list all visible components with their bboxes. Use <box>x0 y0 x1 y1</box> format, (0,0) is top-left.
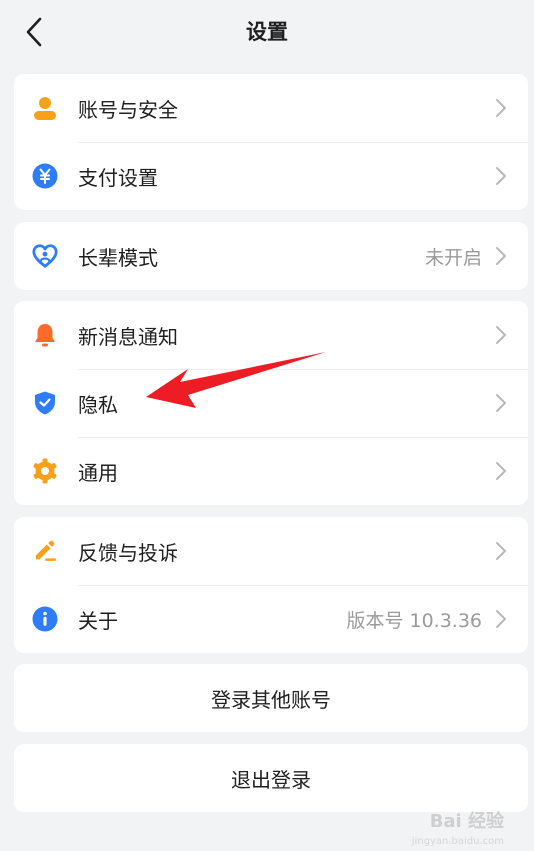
chevron-right-icon <box>496 610 506 628</box>
settings-item-label: 反馈与投诉 <box>78 540 178 565</box>
page-title: 设置 <box>246 20 288 44</box>
switch-account-label: 登录其他账号 <box>211 687 331 712</box>
settings-item-general[interactable]: 通用 <box>14 437 528 505</box>
user-icon <box>32 95 58 121</box>
chevron-right-icon <box>496 167 506 185</box>
settings-item-value: 未开启 <box>424 246 482 269</box>
settings-item-label: 关于 <box>78 608 118 633</box>
switch-account-button[interactable]: 登录其他账号 <box>14 664 528 732</box>
heart-icon <box>32 243 58 269</box>
settings-item-about[interactable]: 关于 版本号 10.3.36 <box>14 585 528 653</box>
logout-button[interactable]: 退出登录 <box>14 744 528 812</box>
settings-item-feedback[interactable]: 反馈与投诉 <box>14 517 528 585</box>
settings-item-value: 版本号 10.3.36 <box>346 609 482 632</box>
gear-icon <box>32 458 58 484</box>
baidu-watermark: Bai 经验 <box>429 811 504 832</box>
settings-group-elder: 长辈模式 未开启 <box>14 222 528 290</box>
settings-item-label: 新消息通知 <box>78 324 178 349</box>
settings-item-payment[interactable]: 支付设置 <box>14 142 528 210</box>
bell-icon <box>32 322 58 348</box>
settings-item-label: 账号与安全 <box>78 97 178 122</box>
settings-group-account: 账号与安全 支付设置 <box>14 74 528 210</box>
settings-item-privacy[interactable]: 隐私 <box>14 369 528 437</box>
baidu-watermark-url: jingyan.baidu.com <box>411 836 504 847</box>
settings-item-label: 隐私 <box>78 392 118 417</box>
chevron-right-icon <box>496 326 506 344</box>
settings-group-general: 新消息通知 隐私 通用 <box>14 301 528 505</box>
settings-item-notifications[interactable]: 新消息通知 <box>14 301 528 369</box>
shield-icon <box>32 390 58 416</box>
settings-item-account-security[interactable]: 账号与安全 <box>14 74 528 142</box>
chevron-right-icon <box>496 542 506 560</box>
chevron-right-icon <box>496 99 506 117</box>
yuan-icon <box>32 163 58 189</box>
settings-item-elder-mode[interactable]: 长辈模式 未开启 <box>14 222 528 290</box>
logout-label: 退出登录 <box>231 767 311 792</box>
chevron-right-icon <box>496 247 506 265</box>
settings-item-label: 支付设置 <box>78 165 158 190</box>
settings-group-support: 反馈与投诉 关于 版本号 10.3.36 <box>14 517 528 653</box>
settings-item-label: 通用 <box>78 460 118 485</box>
chevron-right-icon <box>496 462 506 480</box>
info-icon <box>32 606 58 632</box>
settings-item-label: 长辈模式 <box>78 245 158 270</box>
pencil-icon <box>32 538 58 564</box>
header: 设置 <box>0 0 534 64</box>
chevron-right-icon <box>496 394 506 412</box>
